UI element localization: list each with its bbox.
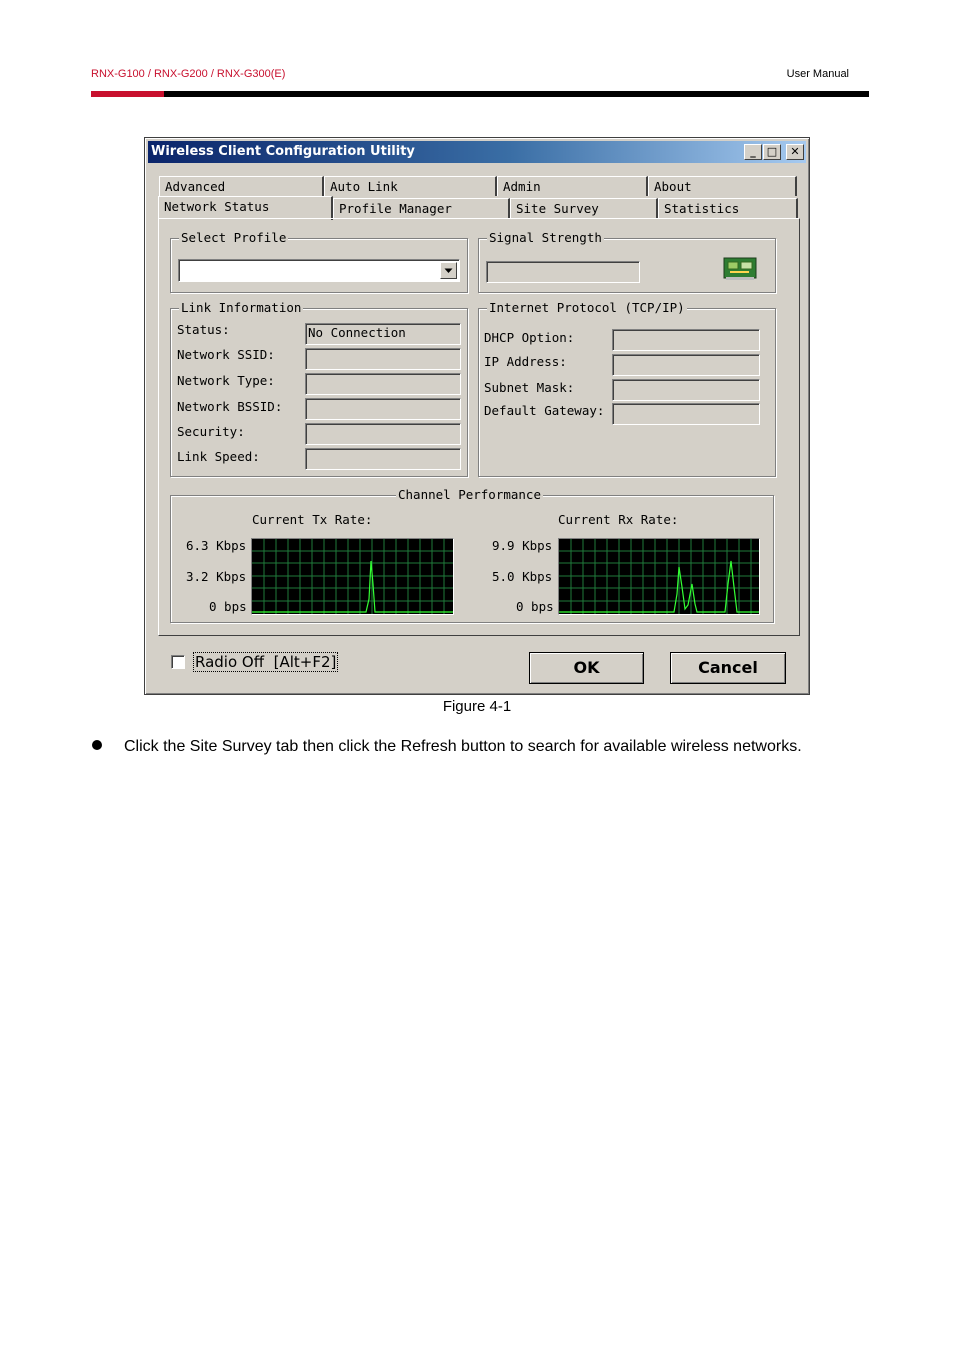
subnet-mask-field — [612, 379, 760, 401]
network-card-icon — [723, 257, 757, 280]
dropdown-arrow-button[interactable] — [440, 262, 457, 279]
tab-network-status[interactable]: Network Status — [158, 196, 333, 220]
tab-advanced[interactable]: Advanced — [159, 176, 324, 196]
network-bssid-field — [305, 398, 461, 420]
rx-max-label: 9.9 Kbps — [492, 538, 553, 553]
maximize-button[interactable]: □ — [763, 144, 781, 160]
rx-rate-title: Current Rx Rate: — [558, 512, 679, 527]
status-label: Status: — [177, 322, 230, 337]
rx-rate-graph — [558, 538, 760, 615]
ip-address-field — [612, 354, 760, 376]
tx-rate-title: Current Tx Rate: — [252, 512, 373, 527]
security-label: Security: — [177, 424, 245, 439]
ok-button[interactable]: OK — [529, 652, 644, 684]
signal-strength-meter — [486, 261, 640, 283]
figure-caption: Figure 4-1 — [442, 698, 512, 715]
network-type-label: Network Type: — [177, 373, 275, 388]
radio-off-label[interactable]: Radio Off [Alt+F2] — [193, 652, 339, 672]
status-field: No Connection — [305, 323, 461, 345]
link-speed-field — [305, 448, 461, 470]
subnet-mask-label: Subnet Mask: — [484, 380, 575, 395]
bullet-icon — [92, 740, 102, 750]
header-models: RNX-G100 / RNX-G200 / RNX-G300(E) — [91, 68, 286, 80]
rx-mid-label: 5.0 Kbps — [492, 569, 553, 584]
dhcp-option-field — [612, 329, 760, 351]
channel-performance-group: Channel Performance Current Tx Rate: 6.3… — [170, 487, 774, 623]
signal-strength-title: Signal Strength — [487, 230, 604, 245]
minimize-icon: _ — [750, 145, 756, 158]
network-ssid-label: Network SSID: — [177, 347, 275, 362]
tab-about[interactable]: About — [648, 176, 797, 196]
tx-max-label: 6.3 Kbps — [186, 538, 247, 553]
profile-dropdown[interactable] — [178, 259, 460, 282]
network-bssid-label: Network BSSID: — [177, 399, 283, 414]
default-gateway-field — [612, 403, 760, 425]
select-profile-group: Select Profile — [170, 230, 468, 293]
link-information-group: Link Information Status: No Connection N… — [170, 300, 468, 477]
internet-protocol-title: Internet Protocol (TCP/IP) — [487, 300, 687, 315]
config-utility-window: Wireless Client Configuration Utility _ … — [144, 137, 810, 695]
tx-mid-label: 3.2 Kbps — [186, 569, 247, 584]
rx-rate-plot — [559, 539, 759, 614]
chevron-down-icon — [444, 268, 453, 273]
title-bar[interactable]: Wireless Client Configuration Utility _ … — [148, 141, 806, 163]
tx-rate-plot — [252, 539, 453, 614]
minimize-button[interactable]: _ — [744, 144, 762, 160]
tab-statistics[interactable]: Statistics — [658, 198, 798, 218]
header-rule-accent — [91, 91, 164, 97]
select-profile-title: Select Profile — [179, 230, 289, 245]
window-title: Wireless Client Configuration Utility — [151, 144, 415, 159]
instruction-text: Click the Site Survey tab then click the… — [124, 738, 802, 755]
close-icon: ✕ — [790, 145, 800, 158]
close-button[interactable]: ✕ — [786, 144, 804, 160]
link-speed-label: Link Speed: — [177, 449, 260, 464]
tab-admin[interactable]: Admin — [497, 176, 648, 196]
header-rule — [164, 91, 869, 97]
network-ssid-field — [305, 348, 461, 370]
tx-zero-label: 0 bps — [209, 599, 247, 614]
tab-site-survey[interactable]: Site Survey — [510, 198, 658, 218]
channel-performance-title: Channel Performance — [396, 487, 543, 502]
ip-address-label: IP Address: — [484, 354, 567, 369]
dhcp-option-label: DHCP Option: — [484, 330, 575, 345]
network-status-panel: Select Profile Signal Strength Link Info… — [158, 218, 800, 636]
network-type-field — [305, 373, 461, 395]
signal-strength-group: Signal Strength — [478, 230, 776, 293]
maximize-icon: □ — [766, 145, 778, 158]
link-information-title: Link Information — [179, 300, 304, 315]
header-doc-type: User Manual — [786, 68, 849, 80]
internet-protocol-group: Internet Protocol (TCP/IP) DHCP Option: … — [478, 300, 776, 477]
tx-rate-graph — [251, 538, 454, 615]
security-field — [305, 423, 461, 445]
radio-off-checkbox[interactable] — [171, 655, 185, 669]
tab-profile-manager[interactable]: Profile Manager — [333, 198, 510, 218]
rx-zero-label: 0 bps — [516, 599, 554, 614]
tab-auto-link[interactable]: Auto Link — [324, 176, 497, 196]
default-gateway-label: Default Gateway: — [484, 403, 605, 418]
cancel-button[interactable]: Cancel — [670, 652, 786, 684]
